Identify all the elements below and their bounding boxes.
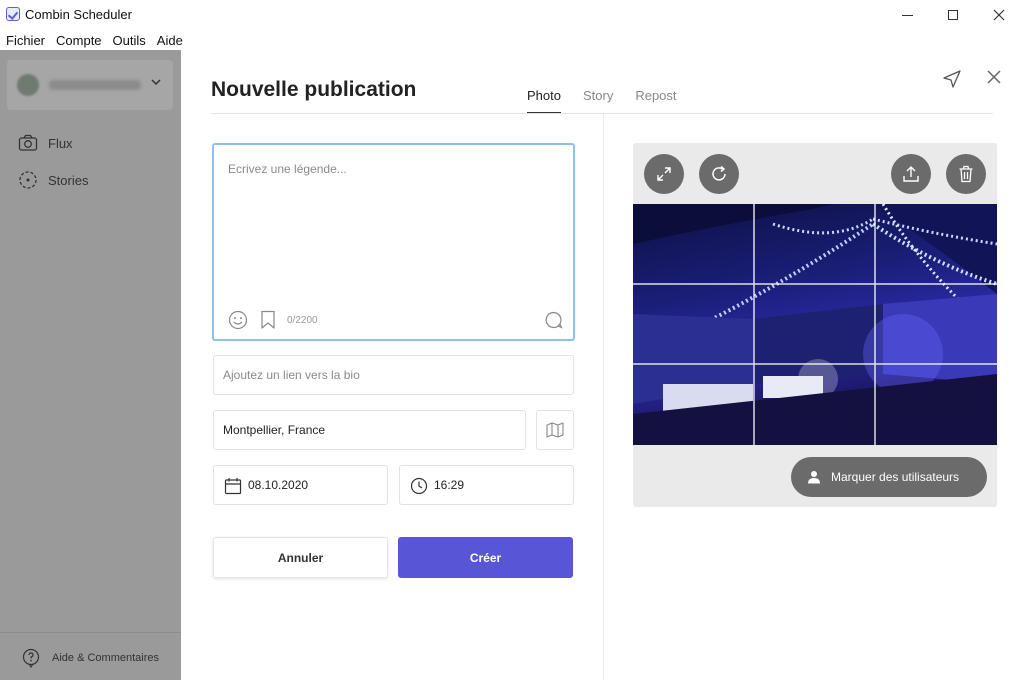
camera-icon (18, 134, 38, 151)
date-field (213, 465, 388, 505)
delete-button[interactable] (946, 154, 986, 194)
column-divider (603, 114, 604, 680)
map-button[interactable] (536, 410, 574, 450)
sidebar-item-label: Stories (48, 172, 89, 188)
character-counter: 0/2200 (287, 315, 318, 326)
tag-users-label: Marquer des utilisateurs (831, 470, 960, 484)
send-icon[interactable] (942, 69, 962, 94)
tag-users-button[interactable]: Marquer des utilisateurs (791, 457, 987, 497)
title-bar: Combin Scheduler (0, 0, 1024, 30)
rotate-button[interactable] (699, 154, 739, 194)
maximize-button[interactable] (930, 0, 976, 30)
menu-outils[interactable]: Outils (104, 30, 146, 50)
expand-icon (657, 167, 671, 181)
close-dialog-button[interactable] (987, 70, 1001, 89)
time-field (399, 465, 574, 505)
user-icon (808, 471, 820, 484)
date-input[interactable] (248, 466, 368, 504)
window-title: Combin Scheduler (25, 7, 132, 22)
app-logo-icon (6, 7, 20, 21)
new-post-dialog: Nouvelle publication Photo Story Repost … (181, 50, 1024, 680)
bio-link-field (213, 355, 574, 395)
cancel-button[interactable]: Annuler (213, 537, 388, 578)
tab-story[interactable]: Story (583, 88, 613, 114)
photo-preview: Marquer des utilisateurs (633, 143, 997, 507)
help-feedback-link[interactable]: Aide & Commentaires (22, 648, 159, 668)
chevron-down-icon (151, 75, 161, 89)
menu-fichier[interactable]: Fichier (0, 30, 45, 50)
account-name-blurred (49, 80, 141, 90)
account-selector[interactable] (7, 60, 173, 110)
stories-icon (19, 171, 37, 189)
avatar (17, 74, 39, 96)
help-label: Aide & Commentaires (52, 652, 159, 664)
post-type-tabs: Photo Story Repost (527, 88, 699, 114)
preview-image (633, 204, 997, 445)
header-divider (211, 113, 993, 114)
caption-editor: 0/2200 (212, 143, 575, 341)
menu-bar: Fichier Compte Outils Aide (0, 30, 1024, 50)
calendar-icon (224, 478, 242, 495)
minimize-icon (901, 14, 913, 16)
sidebar: Flux Stories Aide & Commentaires (0, 50, 181, 680)
tab-repost[interactable]: Repost (635, 88, 676, 114)
upload-icon (903, 166, 919, 182)
close-icon (987, 70, 1001, 84)
time-input[interactable] (434, 466, 554, 504)
create-button[interactable]: Créer (398, 537, 573, 578)
sidebar-item-stories[interactable]: Stories (18, 170, 88, 190)
upload-button[interactable] (891, 154, 931, 194)
emoji-icon[interactable] (228, 310, 248, 335)
maximize-icon (948, 10, 958, 20)
tab-photo[interactable]: Photo (527, 88, 561, 114)
menu-compte[interactable]: Compte (47, 30, 102, 50)
sidebar-item-flux[interactable]: Flux (18, 134, 73, 152)
rotate-icon (712, 165, 726, 181)
close-icon (993, 9, 1005, 21)
sidebar-footer: Aide & Commentaires (0, 632, 181, 680)
caption-input[interactable] (228, 162, 558, 282)
bio-link-input[interactable] (223, 356, 547, 394)
menu-aide[interactable]: Aide (148, 30, 183, 50)
sidebar-item-label: Flux (48, 135, 73, 151)
location-input[interactable] (223, 411, 503, 449)
close-window-button[interactable] (976, 0, 1022, 30)
expand-button[interactable] (644, 154, 684, 194)
help-icon (22, 648, 40, 668)
comment-icon[interactable] (545, 311, 563, 334)
map-icon (546, 422, 564, 438)
trash-icon (959, 165, 973, 183)
page-title: Nouvelle publication (211, 78, 417, 101)
clock-icon (410, 477, 428, 495)
minimize-button[interactable] (884, 0, 930, 30)
bookmark-icon[interactable] (260, 310, 276, 335)
location-field (213, 410, 526, 450)
